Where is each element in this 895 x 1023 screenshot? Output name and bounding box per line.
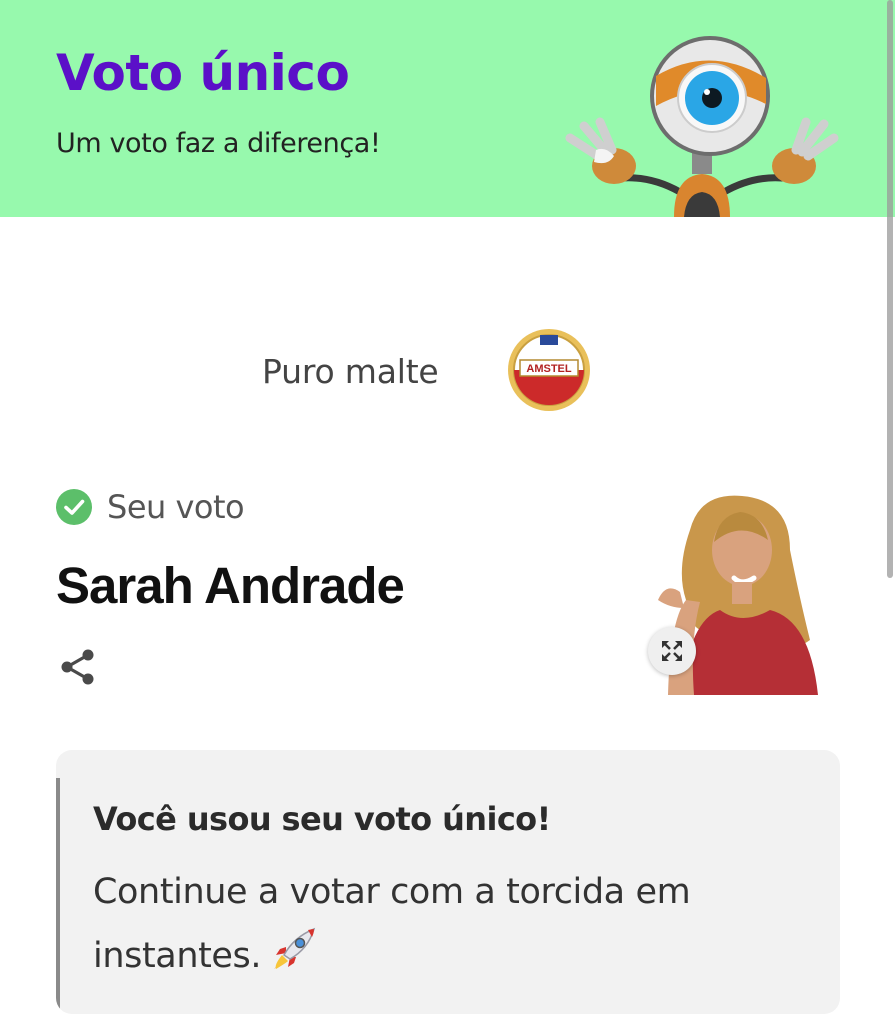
vote-status-label: Seu voto [107, 488, 245, 526]
share-icon[interactable] [58, 647, 98, 687]
rocket-icon [273, 927, 316, 969]
notice-title: Você usou seu voto único! [93, 800, 551, 838]
notice-body: Continue a votar com a torcida em instan… [93, 860, 713, 988]
logo-text: AMSTEL [526, 363, 572, 375]
mascot-icon [565, 36, 839, 217]
vote-used-notice: Você usou seu voto único! Continue a vot… [56, 750, 840, 1014]
expand-photo-button[interactable] [648, 627, 696, 675]
sponsor-tagline: Puro malte [262, 352, 439, 391]
notice-body-text: Continue a votar com a torcida em instan… [93, 872, 691, 976]
page-subtitle: Um voto faz a diferença! [56, 128, 381, 159]
page-title: Voto único [56, 44, 350, 102]
notice-accent-bar [56, 778, 60, 1014]
scrollbar[interactable] [887, 0, 893, 578]
expand-icon [662, 641, 682, 661]
participant-name: Sarah Andrade [56, 557, 405, 614]
check-circle-icon [56, 489, 92, 525]
amstel-logo-icon: AMSTEL [508, 329, 590, 411]
header-banner: Voto único Um voto faz a diferença! [0, 0, 895, 217]
